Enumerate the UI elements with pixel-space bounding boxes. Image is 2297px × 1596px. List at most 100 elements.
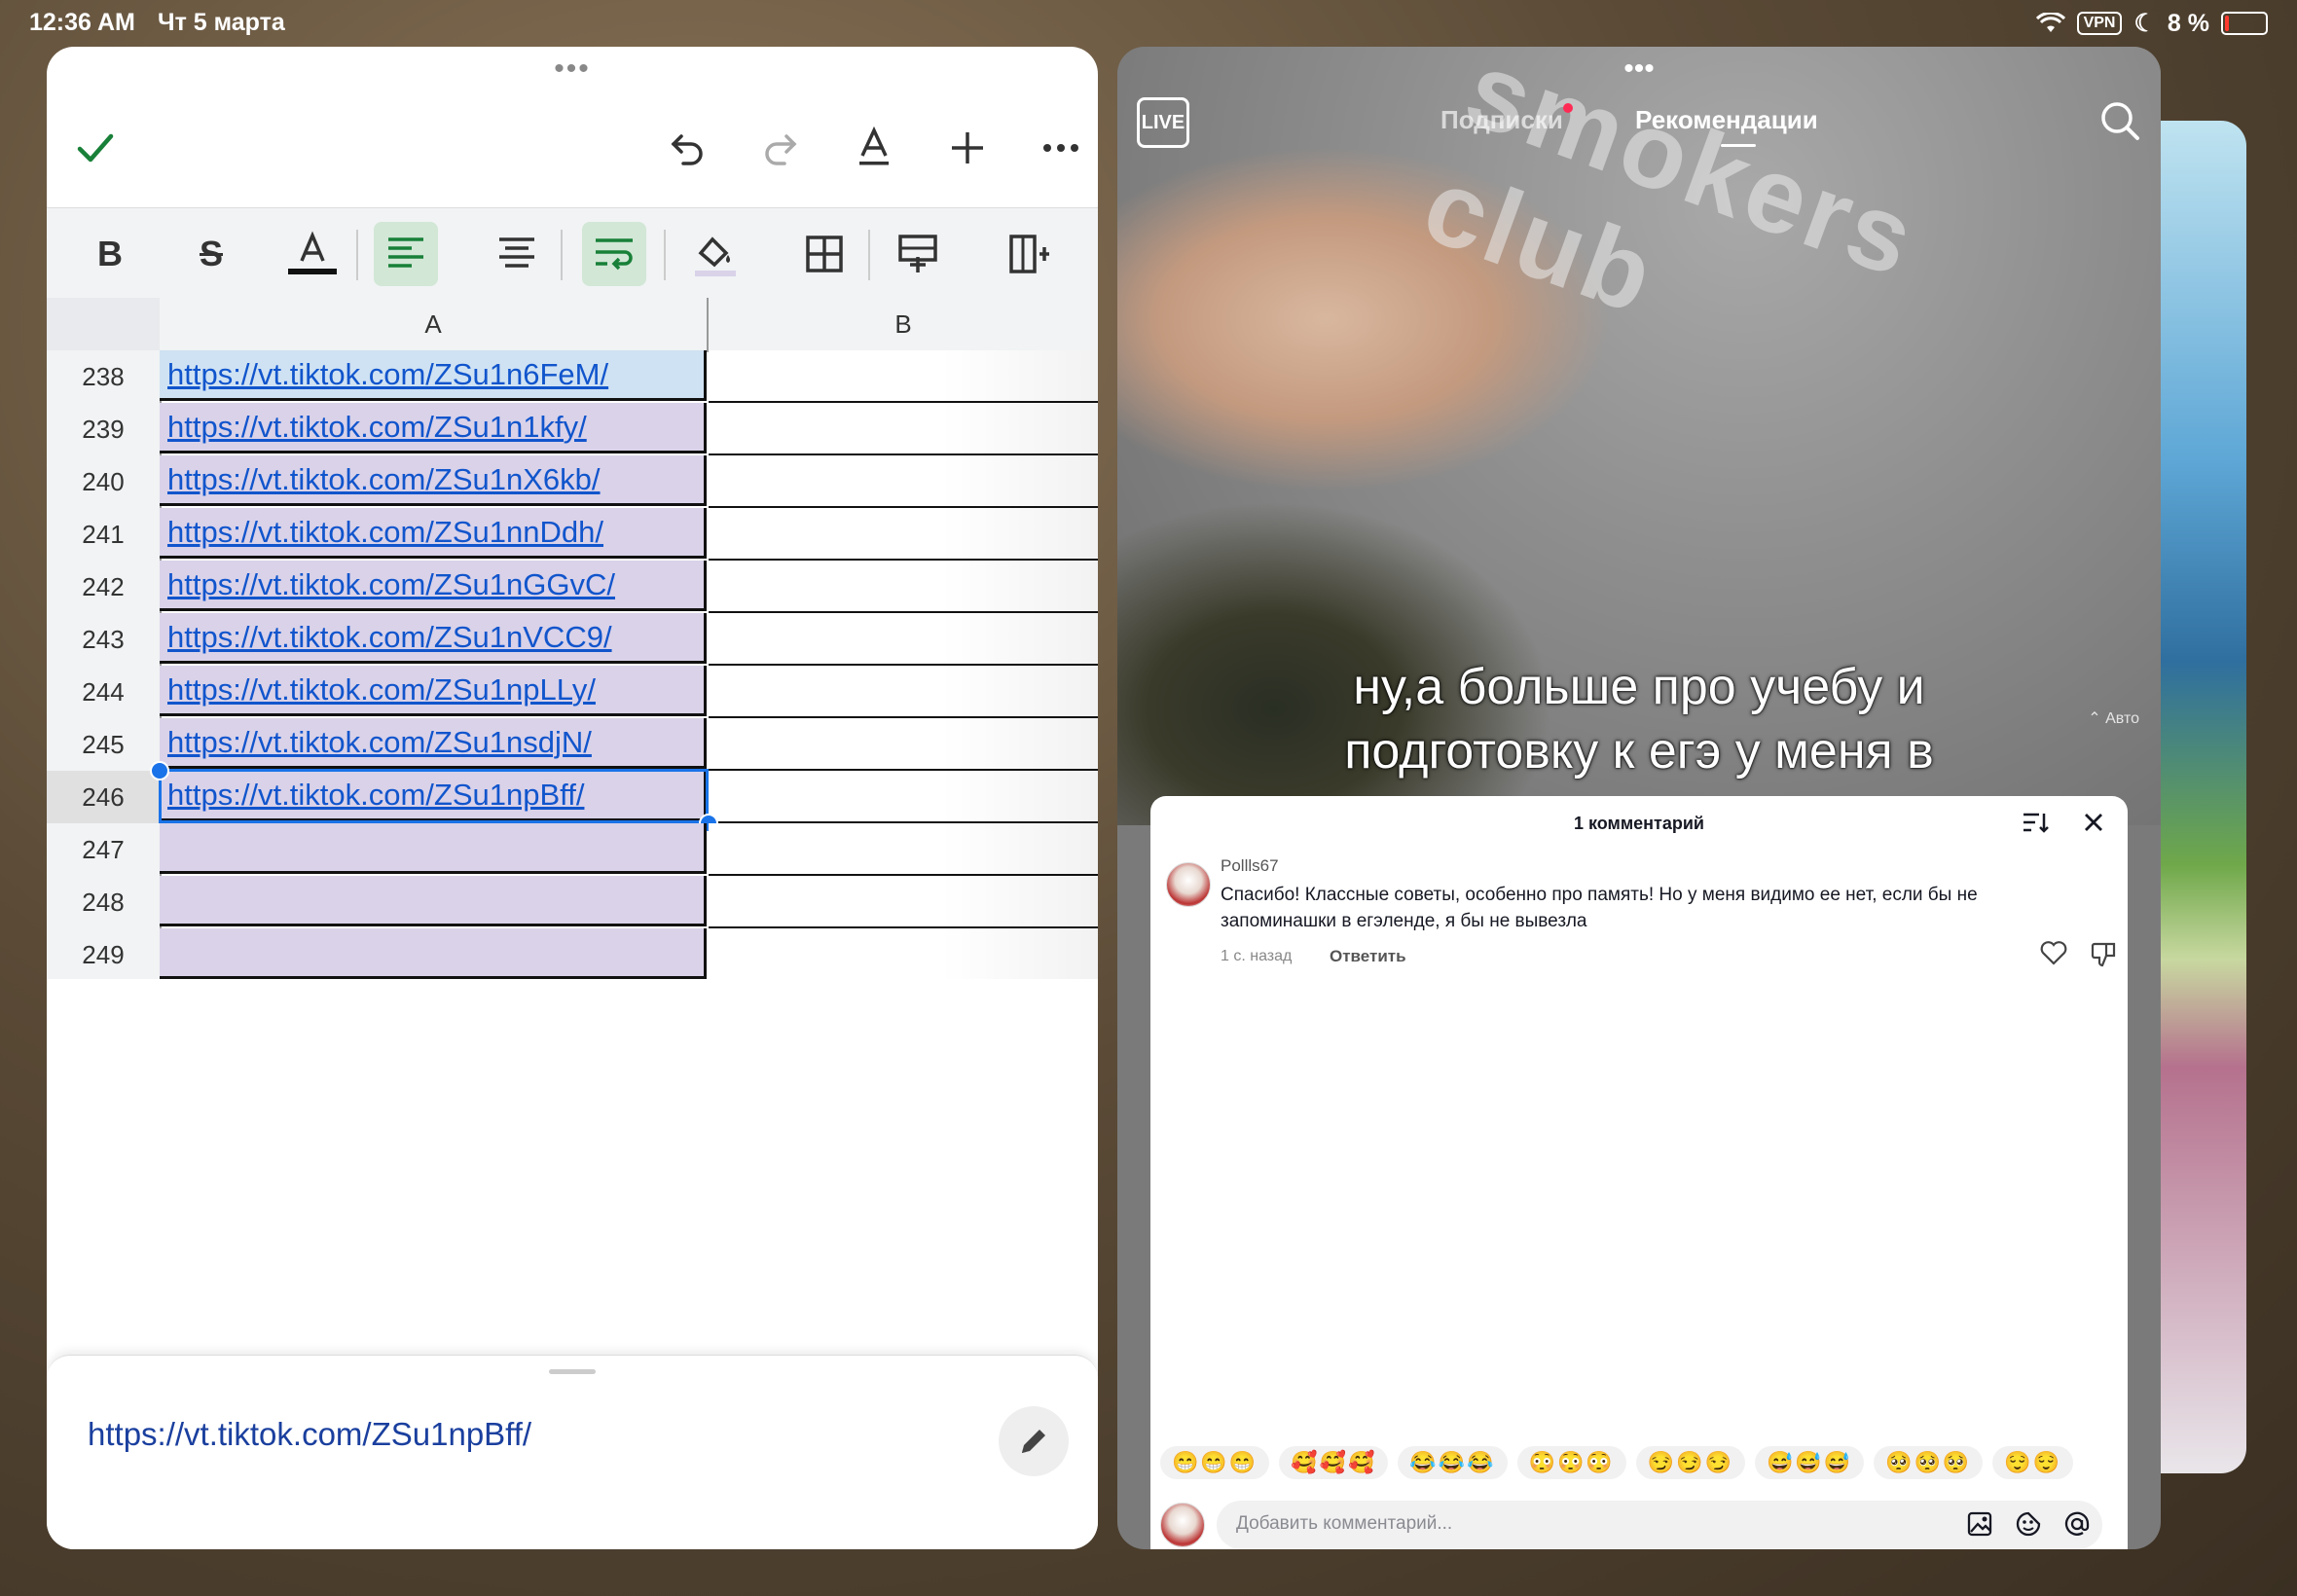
- insert-row-icon[interactable]: [886, 222, 950, 286]
- cell-b[interactable]: [709, 718, 1098, 772]
- select-all-corner[interactable]: [47, 298, 162, 352]
- undo-icon[interactable]: [658, 119, 716, 177]
- dislike-icon[interactable]: [2091, 940, 2118, 972]
- cell-a[interactable]: [160, 823, 707, 874]
- cell-a[interactable]: https://vt.tiktok.com/ZSu1nVCC9/: [160, 613, 707, 664]
- wrap-text-icon[interactable]: [582, 222, 646, 286]
- multitask-handle[interactable]: •••: [554, 54, 591, 84]
- row-number[interactable]: 244: [47, 666, 162, 718]
- cell-b[interactable]: [709, 666, 1098, 719]
- cell-b[interactable]: [709, 823, 1098, 877]
- row-number[interactable]: 241: [47, 508, 162, 561]
- row-number[interactable]: 247: [47, 823, 162, 876]
- auto-scroll-label[interactable]: ⌃ Авто: [2088, 708, 2139, 728]
- cell-a[interactable]: https://vt.tiktok.com/ZSu1nX6kb/: [160, 455, 707, 506]
- emoji-pill[interactable]: 😏😏😏: [1635, 1446, 1745, 1479]
- cell-b[interactable]: [709, 613, 1098, 667]
- multitask-handle[interactable]: •••: [1623, 54, 1655, 84]
- status-right: VPN ☾ 8 %: [2035, 9, 2268, 38]
- emoji-pill[interactable]: 😳😳😳: [1516, 1446, 1626, 1479]
- cell-link[interactable]: https://vt.tiktok.com/ZSu1nsdjN/: [167, 725, 592, 760]
- cell-a[interactable]: [160, 876, 707, 926]
- cell-link[interactable]: https://vt.tiktok.com/ZSu1nnDdh/: [167, 515, 603, 550]
- search-icon[interactable]: [2098, 99, 2141, 147]
- cell-b[interactable]: [709, 928, 1098, 979]
- cell-link[interactable]: https://vt.tiktok.com/ZSu1nX6kb/: [167, 462, 601, 497]
- tiktok-app: smokers club ••• LIVE Подписки Рекоменда…: [1117, 47, 2161, 1549]
- comment-input-row: Добавить комментарий...: [1160, 1501, 2124, 1549]
- cell-b[interactable]: [709, 508, 1098, 562]
- close-icon[interactable]: [2079, 808, 2108, 842]
- cell-b[interactable]: [709, 771, 1098, 824]
- commenter-username[interactable]: Pollls67: [1221, 856, 1279, 876]
- sheet-row: 240 https://vt.tiktok.com/ZSu1nX6kb/: [47, 455, 1098, 509]
- wifi-icon: [2035, 13, 2065, 32]
- commenter-avatar[interactable]: [1166, 862, 1211, 907]
- align-left-icon[interactable]: [374, 222, 438, 286]
- image-icon[interactable]: [1966, 1510, 1993, 1538]
- text-color-icon[interactable]: [280, 222, 345, 286]
- column-header-b[interactable]: B: [709, 298, 1098, 352]
- emoji-pill[interactable]: 🥺🥺🥺: [1874, 1446, 1984, 1479]
- comment-input[interactable]: Добавить комментарий...: [1217, 1501, 2102, 1549]
- row-number[interactable]: 238: [47, 350, 162, 403]
- mention-icon[interactable]: [2063, 1510, 2091, 1538]
- insert-column-icon[interactable]: [997, 222, 1061, 286]
- emoji-pill[interactable]: 😅😅😅: [1754, 1446, 1865, 1479]
- done-check-icon[interactable]: [66, 119, 125, 177]
- sort-icon[interactable]: [2021, 808, 2050, 842]
- cell-a[interactable]: https://vt.tiktok.com/ZSu1n1kfy/: [160, 403, 707, 453]
- align-center-icon[interactable]: [485, 222, 549, 286]
- cell-a[interactable]: [160, 928, 707, 979]
- fill-color-icon[interactable]: [683, 222, 747, 286]
- cell-link[interactable]: https://vt.tiktok.com/ZSu1n1kfy/: [167, 410, 587, 445]
- tab-for-you[interactable]: Рекомендации: [1635, 105, 1818, 147]
- row-number[interactable]: 249: [47, 928, 162, 979]
- cell-a[interactable]: https://vt.tiktok.com/ZSu1nnDdh/: [160, 508, 707, 559]
- sheet-row: 238 https://vt.tiktok.com/ZSu1n6FeM/: [47, 350, 1098, 404]
- sticker-icon[interactable]: [2015, 1510, 2042, 1538]
- cell-a[interactable]: https://vt.tiktok.com/ZSu1nGGvC/: [160, 561, 707, 611]
- emoji-pill[interactable]: 😁😁😁: [1160, 1446, 1270, 1479]
- row-number[interactable]: 240: [47, 455, 162, 508]
- row-number[interactable]: 243: [47, 613, 162, 666]
- emoji-pill[interactable]: 🥰🥰🥰: [1279, 1446, 1389, 1479]
- bold-icon[interactable]: B: [78, 222, 142, 286]
- cell-link[interactable]: https://vt.tiktok.com/ZSu1npLLy/: [167, 672, 596, 707]
- heart-icon[interactable]: [2040, 940, 2067, 970]
- strikethrough-icon[interactable]: S: [179, 222, 243, 286]
- cell-b[interactable]: [709, 403, 1098, 456]
- text-format-icon[interactable]: [845, 119, 903, 177]
- formula-value[interactable]: https://vt.tiktok.com/ZSu1npBff/: [88, 1416, 531, 1453]
- row-number[interactable]: 245: [47, 718, 162, 771]
- reply-button[interactable]: Ответить: [1330, 947, 1406, 966]
- borders-icon[interactable]: [792, 222, 857, 286]
- row-number[interactable]: 242: [47, 561, 162, 613]
- cell-a[interactable]: https://vt.tiktok.com/ZSu1npLLy/: [160, 666, 707, 716]
- cell-b[interactable]: [709, 455, 1098, 509]
- cell-b[interactable]: [709, 561, 1098, 614]
- toolbar-separator: [868, 230, 870, 280]
- emoji-pill[interactable]: 😌😌: [1992, 1446, 2074, 1479]
- live-icon[interactable]: LIVE: [1137, 97, 1189, 148]
- cell-link[interactable]: https://vt.tiktok.com/ZSu1nVCC9/: [167, 620, 612, 655]
- cell-a[interactable]: https://vt.tiktok.com/ZSu1nsdjN/: [160, 718, 707, 769]
- edit-pencil-icon[interactable]: [999, 1406, 1069, 1476]
- selection-handle-top[interactable]: [150, 761, 169, 780]
- more-icon[interactable]: [1032, 119, 1090, 177]
- cell-a[interactable]: https://vt.tiktok.com/ZSu1n6FeM/: [160, 350, 707, 401]
- cell-link[interactable]: https://vt.tiktok.com/ZSu1n6FeM/: [167, 357, 608, 392]
- cell-b[interactable]: [709, 876, 1098, 929]
- row-number[interactable]: 248: [47, 876, 162, 928]
- cell-b[interactable]: [709, 350, 1098, 404]
- column-header-a[interactable]: A: [160, 298, 709, 352]
- emoji-pill[interactable]: 😂😂😂: [1398, 1446, 1508, 1479]
- formula-grip[interactable]: [549, 1369, 596, 1374]
- row-number[interactable]: 246: [47, 771, 162, 823]
- cell-link[interactable]: https://vt.tiktok.com/ZSu1nGGvC/: [167, 567, 615, 602]
- comment-text: Спасибо! Классные советы, особенно про п…: [1221, 885, 1978, 931]
- row-number[interactable]: 239: [47, 403, 162, 455]
- insert-plus-icon[interactable]: [938, 119, 997, 177]
- redo-icon[interactable]: [751, 119, 810, 177]
- tab-following[interactable]: Подписки: [1440, 103, 1573, 135]
